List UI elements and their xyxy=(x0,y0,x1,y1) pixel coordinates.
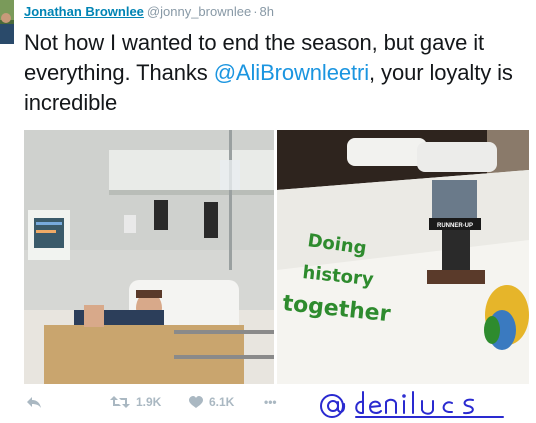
handwritten-watermark-icon xyxy=(320,391,504,418)
retweet-button[interactable]: 1.9K xyxy=(110,395,161,409)
more-options-button[interactable]: ••• xyxy=(264,395,277,409)
separator-dot: · xyxy=(253,4,258,19)
more-icon: ••• xyxy=(264,395,277,409)
reply-button[interactable] xyxy=(26,395,48,409)
retweet-count: 1.9K xyxy=(136,395,162,409)
trophy-label: RUNNER-UP xyxy=(437,223,473,229)
tweet-media: RUNNER-UP Doing history together xyxy=(24,130,529,384)
reply-icon xyxy=(27,397,41,408)
tweet-timestamp[interactable]: 8h xyxy=(260,4,274,19)
author-avatar[interactable] xyxy=(0,0,14,56)
heart-icon xyxy=(189,395,203,408)
like-button[interactable]: 6.1K xyxy=(189,395,234,409)
retweet-icon xyxy=(110,396,130,408)
watermark-signature xyxy=(318,388,528,422)
bed-cake-photo[interactable]: RUNNER-UP Doing history together xyxy=(277,130,529,384)
author-name[interactable]: Jonathan Brownlee xyxy=(24,4,144,19)
tweet-header: Jonathan Brownlee @jonny_brownlee · 8h xyxy=(24,4,274,20)
hospital-photo[interactable] xyxy=(24,130,274,384)
tweet-text: Not how I wanted to end the season, but … xyxy=(24,28,534,118)
author-handle[interactable]: @jonny_brownlee xyxy=(147,4,251,19)
mention-link[interactable]: @AliBrownleetri xyxy=(214,60,369,85)
tweet-actions: 1.9K 6.1K ••• xyxy=(24,392,304,416)
like-count: 6.1K xyxy=(209,395,235,409)
